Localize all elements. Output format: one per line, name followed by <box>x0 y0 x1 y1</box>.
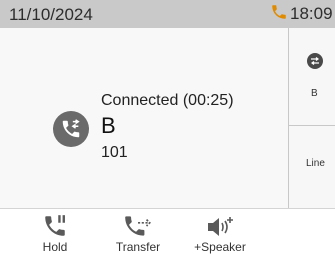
transfer-button[interactable]: Transfer <box>108 209 168 254</box>
softkey-bar: Hold Transfer +Speaker <box>0 208 335 254</box>
call-status: Connected (00:25) <box>101 92 234 109</box>
line-key-icon <box>307 53 323 69</box>
hold-icon <box>25 213 85 239</box>
hold-button[interactable]: Hold <box>25 209 85 254</box>
speaker-label: +Speaker <box>194 240 246 254</box>
transfer-icon <box>108 213 168 239</box>
line-key-label-b: B <box>311 88 318 99</box>
status-date: 11/10/2024 <box>9 5 93 24</box>
status-bar: 11/10/2024 18:09 <box>0 0 335 28</box>
caller-name: B <box>101 113 116 138</box>
phone-icon <box>270 3 288 26</box>
line-key-b[interactable]: B <box>289 28 335 126</box>
line-key-panel: B Line <box>288 28 335 208</box>
hold-label: Hold <box>42 240 68 254</box>
call-info: Connected (00:25) B 101 <box>0 28 288 208</box>
main-area: Connected (00:25) B 101 B Line <box>0 28 335 208</box>
transfer-call-icon <box>53 111 89 147</box>
speaker-icon <box>190 213 250 239</box>
speaker-button[interactable]: +Speaker <box>190 209 250 254</box>
transfer-label: Transfer <box>115 240 161 254</box>
status-right: 18:09 <box>270 4 333 24</box>
status-time: 18:09 <box>290 4 333 23</box>
line-key-label[interactable]: Line <box>306 158 325 169</box>
caller-number: 101 <box>101 144 128 161</box>
